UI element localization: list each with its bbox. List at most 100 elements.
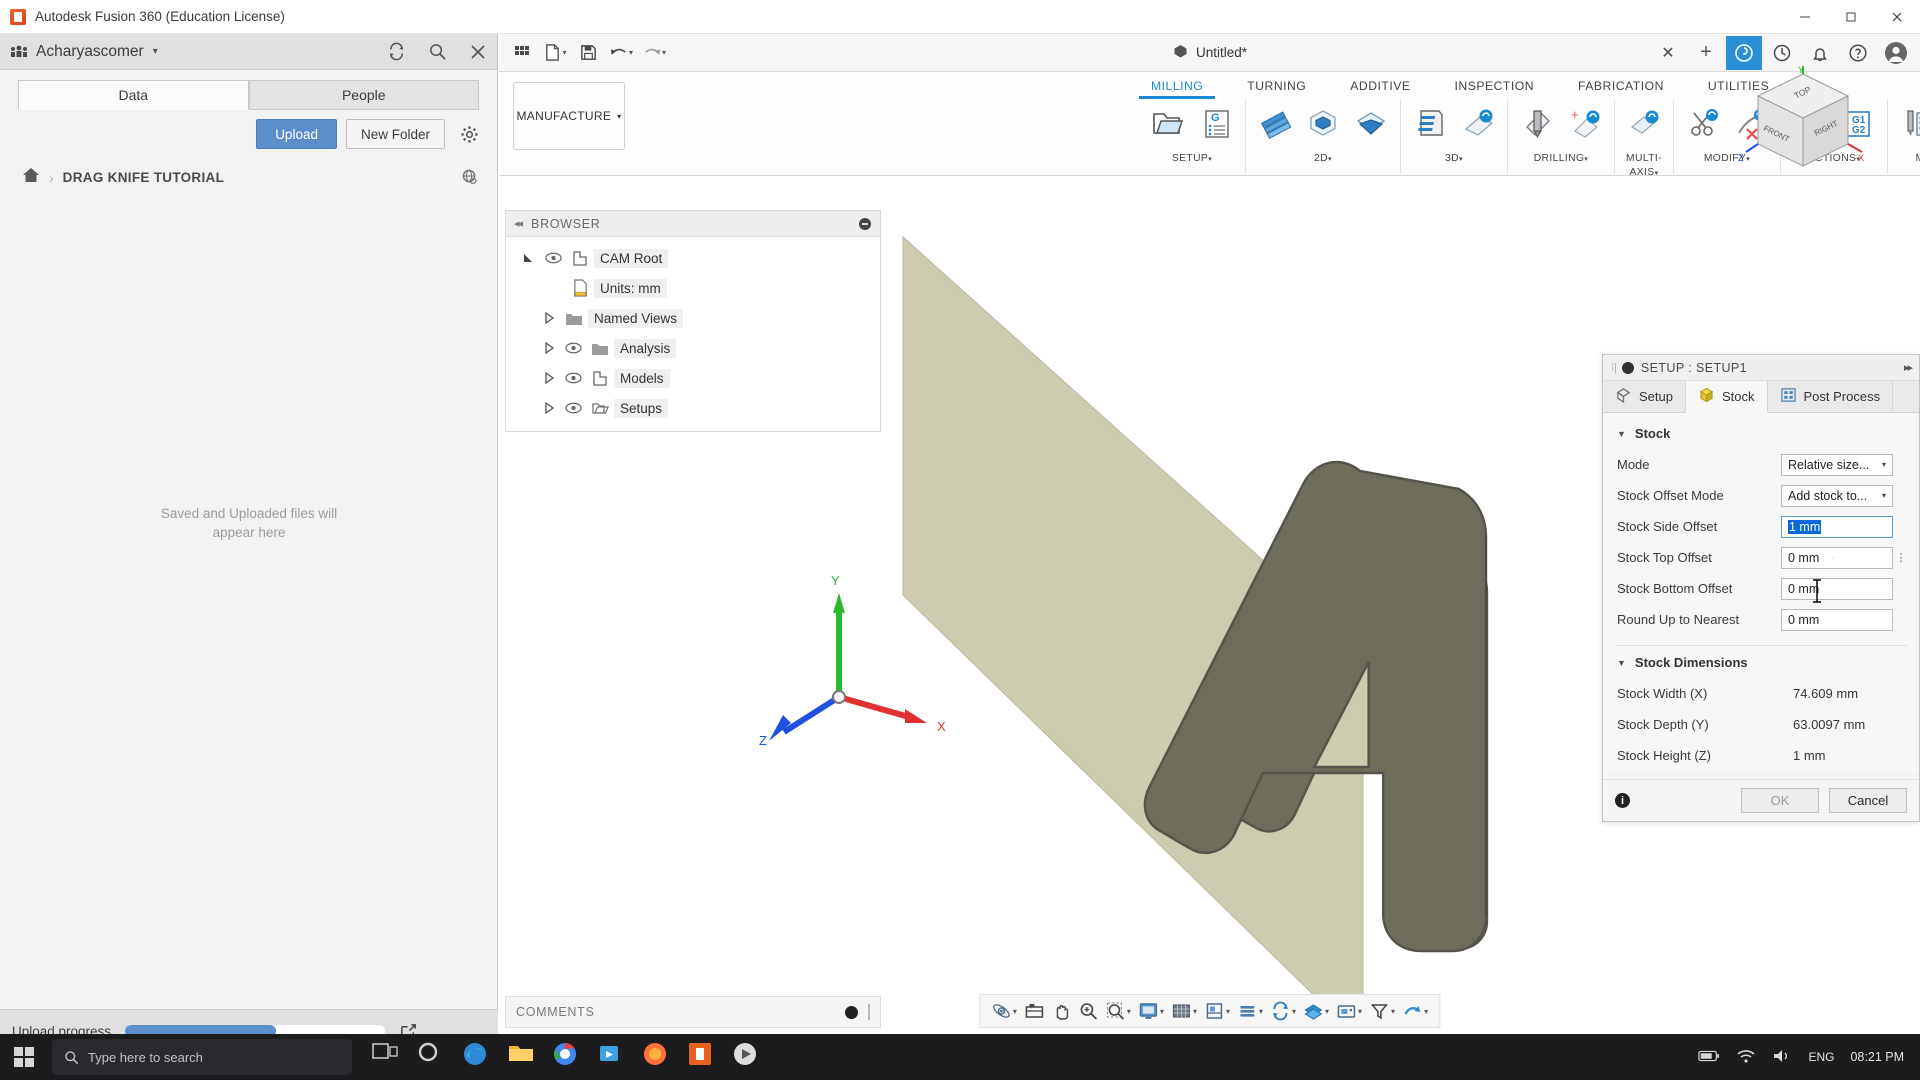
field-more-menu-icon[interactable]: ⋮ xyxy=(1893,556,1909,560)
ribbon-tab-milling[interactable]: MILLING xyxy=(1129,76,1225,99)
pan-icon[interactable] xyxy=(1048,1001,1074,1021)
globe-icon[interactable] xyxy=(461,169,479,187)
view-cube[interactable]: TOP FRONT RIGHT Y X Z xyxy=(1738,66,1868,186)
chrome-icon[interactable] xyxy=(552,1041,584,1073)
section-header-dimensions[interactable]: ▼ Stock Dimensions xyxy=(1603,650,1919,678)
collapse-left-icon[interactable]: ◂◂ xyxy=(514,217,521,230)
animate-icon[interactable]: ▾ xyxy=(1399,1001,1431,1021)
home-icon[interactable] xyxy=(22,167,40,188)
collapse-arrow-icon[interactable] xyxy=(538,342,560,354)
wifi-icon[interactable] xyxy=(1736,1048,1756,1067)
language-indicator[interactable]: ENG xyxy=(1808,1050,1834,1064)
round-up-input[interactable]: 0 mm xyxy=(1781,609,1893,631)
store-icon[interactable] xyxy=(597,1041,629,1073)
firefox-icon[interactable] xyxy=(642,1041,674,1073)
drag-grip-icon[interactable]: ⁞| xyxy=(1611,362,1617,374)
stock-offset-mode-select[interactable]: Add stock to... ▾ xyxy=(1781,485,1893,507)
info-icon[interactable]: i xyxy=(1615,793,1630,808)
grid-icon[interactable] xyxy=(507,39,537,67)
screenshot-icon[interactable]: ▾ xyxy=(1333,1001,1365,1021)
ribbon-panel-label-setup[interactable]: SETUP▾ xyxy=(1145,152,1239,166)
orbit-icon[interactable]: ▾ xyxy=(988,1001,1020,1021)
collapse-arrow-icon[interactable] xyxy=(538,372,560,384)
visibility-eye-icon[interactable] xyxy=(560,342,586,354)
ribbon-tab-turning[interactable]: TURNING xyxy=(1225,76,1328,99)
face-icon[interactable] xyxy=(1252,100,1298,143)
document-tab[interactable]: Untitled* xyxy=(1172,43,1247,62)
2d-contour-icon[interactable] xyxy=(1348,100,1394,143)
collapse-arrow-icon[interactable] xyxy=(538,312,560,324)
breadcrumb-path[interactable]: DRAG KNIFE TUTORIAL xyxy=(63,170,224,185)
visibility-eye-icon[interactable] xyxy=(540,252,566,264)
save-icon[interactable] xyxy=(573,39,603,67)
tab-data[interactable]: Data xyxy=(18,80,249,110)
visual-style-icon[interactable]: ▾ xyxy=(1300,1001,1332,1021)
tree-item-named-views[interactable]: Named Views xyxy=(506,303,880,333)
refresh-icon[interactable] xyxy=(387,42,406,61)
filter-icon[interactable]: ▾ xyxy=(1366,1001,1398,1021)
edge-icon[interactable] xyxy=(462,1041,494,1073)
close-button[interactable] xyxy=(1874,0,1920,34)
display-settings-icon[interactable]: ▾ xyxy=(1135,1001,1167,1021)
chevron-down-icon[interactable]: ▾ xyxy=(153,46,158,57)
ribbon-tab-fabrication[interactable]: FABRICATION xyxy=(1556,76,1686,99)
ribbon-panel-label-drilling[interactable]: DRILLING▾ xyxy=(1514,152,1608,166)
ribbon-panel-label-3d[interactable]: 3D▾ xyxy=(1407,152,1501,166)
tree-item-analysis[interactable]: Analysis xyxy=(506,333,880,363)
grid-snap-icon[interactable]: ▾ xyxy=(1168,1001,1200,1021)
viewports-icon[interactable]: ▾ xyxy=(1201,1001,1233,1021)
3d-parallel-icon[interactable] xyxy=(1455,100,1501,143)
gear-icon[interactable] xyxy=(460,125,479,144)
setup-folder-icon[interactable] xyxy=(1145,100,1191,143)
zoom-icon[interactable] xyxy=(1075,1001,1101,1021)
tree-item-cam-root[interactable]: CAM Root xyxy=(506,243,880,273)
drill-icon[interactable] xyxy=(1514,100,1560,143)
look-at-icon[interactable] xyxy=(1021,1001,1047,1021)
help-circle-icon[interactable] xyxy=(1726,36,1762,70)
visibility-eye-icon[interactable] xyxy=(560,402,586,414)
maximize-button[interactable] xyxy=(1828,0,1874,34)
record-dot-icon[interactable] xyxy=(845,1006,858,1019)
new-tab-button[interactable]: + xyxy=(1688,36,1724,70)
d-tab-stock[interactable]: Stock xyxy=(1686,381,1768,413)
file-explorer-icon[interactable] xyxy=(507,1041,539,1073)
dialog-header[interactable]: ⁞| SETUP : SETUP1 ▸▸ xyxy=(1603,355,1919,381)
upload-button[interactable]: Upload xyxy=(256,119,337,149)
task-view-icon[interactable] xyxy=(372,1041,404,1073)
visibility-eye-icon[interactable] xyxy=(560,372,586,384)
notifications-icon[interactable] xyxy=(1802,36,1838,70)
battery-icon[interactable] xyxy=(1698,1049,1720,1066)
setup-dialog[interactable]: ⁞| SETUP : SETUP1 ▸▸ Setup xyxy=(1602,354,1920,822)
ribbon-tab-additive[interactable]: ADDITIVE xyxy=(1328,76,1432,99)
collapse-arrow-icon[interactable] xyxy=(538,402,560,414)
adaptive-clearing-icon[interactable] xyxy=(1407,100,1453,143)
media-player-icon[interactable] xyxy=(732,1041,764,1073)
volume-icon[interactable] xyxy=(1772,1048,1792,1067)
minimize-button[interactable] xyxy=(1782,0,1828,34)
zoom-window-icon[interactable]: ▾ xyxy=(1102,1001,1134,1021)
tab-people[interactable]: People xyxy=(249,80,480,110)
expand-arrow-icon[interactable] xyxy=(518,252,540,264)
cortana-icon[interactable] xyxy=(417,1041,449,1073)
cancel-button[interactable]: Cancel xyxy=(1829,788,1907,813)
search-icon[interactable] xyxy=(428,42,447,61)
2d-pocket-icon[interactable] xyxy=(1300,100,1346,143)
new-folder-button[interactable]: New Folder xyxy=(346,119,445,149)
trim-icon[interactable] xyxy=(1680,100,1726,143)
job-status-icon[interactable] xyxy=(1764,36,1800,70)
redo-icon[interactable]: ▾ xyxy=(639,39,669,67)
stock-top-offset-input[interactable]: 0 mm xyxy=(1781,547,1893,569)
undo-icon[interactable]: ▾ xyxy=(606,39,636,67)
refresh-view-icon[interactable]: ▾ xyxy=(1267,1001,1299,1021)
mode-select[interactable]: Relative size... ▾ xyxy=(1781,454,1893,476)
section-header-stock[interactable]: ▼ Stock xyxy=(1603,421,1919,449)
ribbon-panel-label-manage[interactable]: MANAGE▾ xyxy=(1894,152,1920,166)
comments-bar[interactable]: COMMENTS xyxy=(505,996,881,1028)
multi-axis-contour-icon[interactable] xyxy=(1621,100,1667,143)
taskbar-search-input[interactable]: Type here to search xyxy=(52,1039,352,1075)
probe-drill-icon[interactable]: + xyxy=(1562,100,1608,143)
tree-item-units[interactable]: Units: mm xyxy=(506,273,880,303)
tree-item-setups[interactable]: Setups xyxy=(506,393,880,423)
ribbon-panel-label-2d[interactable]: 2D▾ xyxy=(1252,152,1394,166)
expand-dialog-icon[interactable]: ▸▸ xyxy=(1904,361,1911,374)
